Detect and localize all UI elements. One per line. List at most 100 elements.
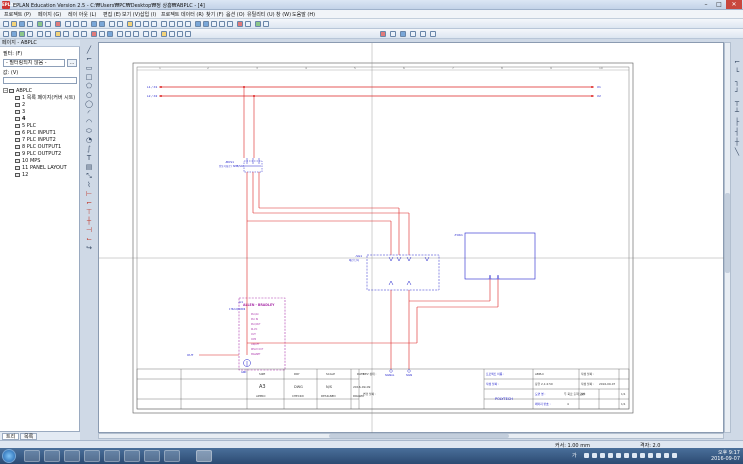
tee-down-icon[interactable]: ┬ xyxy=(732,98,742,106)
chrome-icon[interactable] xyxy=(84,450,100,462)
measure-icon[interactable] xyxy=(410,31,416,37)
line-tool-icon[interactable]: ╱ xyxy=(84,46,94,54)
menu-edit[interactable]: 편집 (E) xyxy=(103,11,121,18)
black-box-icon[interactable] xyxy=(151,31,157,37)
media-icon[interactable] xyxy=(64,450,80,462)
cross-icon[interactable]: ┼ xyxy=(732,138,742,146)
circle-tool-icon[interactable]: ○ xyxy=(84,91,94,99)
plc-icon[interactable] xyxy=(19,31,25,37)
layout-icon[interactable] xyxy=(177,21,183,27)
tray-icon[interactable] xyxy=(624,453,629,458)
zoom-out-icon[interactable] xyxy=(203,21,209,27)
wire-icon[interactable] xyxy=(380,31,386,37)
image-tool-icon[interactable]: ▤ xyxy=(84,163,94,171)
report-icon[interactable] xyxy=(151,21,157,27)
tee-tool-icon[interactable]: ⊤ xyxy=(84,208,94,216)
bus-icon[interactable] xyxy=(91,31,97,37)
break-tool-icon[interactable]: ⊣ xyxy=(84,226,94,234)
menu-project-data[interactable]: 프로젝트 데이터 (R) xyxy=(161,11,204,18)
bend-tool-icon[interactable]: ↪ xyxy=(84,244,94,252)
arrow-icon[interactable] xyxy=(245,21,251,27)
delete-icon[interactable] xyxy=(55,21,61,27)
tray-icon[interactable] xyxy=(608,453,613,458)
potential-icon[interactable] xyxy=(45,31,51,37)
folder-icon[interactable] xyxy=(104,450,120,462)
angle-tool-icon[interactable]: ⌐ xyxy=(84,199,94,207)
menu-project[interactable]: 프로젝트 (P) xyxy=(4,11,31,18)
corner-tr-icon[interactable]: ┐ xyxy=(732,78,742,86)
minimize-button[interactable]: – xyxy=(700,0,712,9)
square-tool-icon[interactable]: □ xyxy=(84,73,94,81)
jump-icon[interactable] xyxy=(390,31,396,37)
arc2-tool-icon[interactable]: ◠ xyxy=(84,118,94,126)
mirror-icon[interactable] xyxy=(420,31,426,37)
new-icon[interactable] xyxy=(3,21,9,27)
tray-icon[interactable] xyxy=(640,453,645,458)
cross-icon[interactable] xyxy=(133,31,139,37)
spline-tool-icon[interactable]: ∫ xyxy=(84,145,94,153)
circle2-tool-icon[interactable]: ◯ xyxy=(84,100,94,108)
collapse-icon[interactable]: − xyxy=(3,88,8,93)
explorer-icon[interactable] xyxy=(24,450,40,462)
tree-page[interactable]: 1 목록 페이지(커버 시트) xyxy=(15,95,75,102)
start-button[interactable] xyxy=(2,449,16,463)
device-icon[interactable] xyxy=(3,31,9,37)
menu-help[interactable]: 도움말 (H) xyxy=(292,11,315,18)
volume-icon[interactable] xyxy=(664,453,669,458)
zoom-extents-icon[interactable] xyxy=(219,21,225,27)
zoom-in-icon[interactable] xyxy=(195,21,201,27)
box-icon[interactable] xyxy=(73,31,79,37)
tree-root[interactable]: − ABPLC xyxy=(3,88,32,95)
check-icon[interactable] xyxy=(255,21,261,27)
tree-page[interactable]: 12 xyxy=(15,172,28,179)
tree-page[interactable]: 10 MPS xyxy=(15,158,40,165)
tee-right-icon[interactable]: ├ xyxy=(732,118,742,126)
lang-indicator[interactable]: 가 xyxy=(572,452,577,459)
paste-icon[interactable] xyxy=(81,21,87,27)
app-icon[interactable] xyxy=(164,450,180,462)
rotate-icon[interactable] xyxy=(430,31,436,37)
cut-icon[interactable] xyxy=(65,21,71,27)
ie-icon[interactable] xyxy=(44,450,60,462)
rect-icon[interactable] xyxy=(177,31,183,37)
corner-br-icon[interactable]: ┘ xyxy=(732,88,742,96)
clock[interactable]: 오후 9:17 2016-09-07 xyxy=(711,450,740,462)
skype-icon[interactable] xyxy=(124,450,140,462)
save-icon[interactable] xyxy=(19,21,25,27)
filter-button[interactable]: ... xyxy=(67,59,77,67)
scroll-thumb[interactable] xyxy=(329,434,509,438)
polyline-tool-icon[interactable]: ⌐ xyxy=(84,55,94,63)
tab-list[interactable]: 목록 xyxy=(20,433,38,440)
tree-page-selected[interactable]: 4 xyxy=(15,116,25,123)
vertical-scrollbar[interactable] xyxy=(724,42,731,433)
line-icon[interactable] xyxy=(169,31,175,37)
tray-icon[interactable] xyxy=(600,453,605,458)
add-icon[interactable] xyxy=(237,21,243,27)
tray-icon[interactable] xyxy=(632,453,637,458)
tree-page[interactable]: 11 PANEL LAYOUT xyxy=(15,165,67,172)
print-icon[interactable] xyxy=(27,21,33,27)
tray-icon[interactable] xyxy=(656,453,661,458)
graph-icon[interactable] xyxy=(143,21,149,27)
symbol-icon[interactable] xyxy=(63,31,69,37)
schematic-drawing[interactable]: 1 2 3 4 5 6 7 8 9 10 L1 / X1 L2 / X2 X1 … xyxy=(99,43,725,434)
contact-icon[interactable] xyxy=(99,31,105,37)
tee-up-icon[interactable]: ┴ xyxy=(732,108,742,116)
angle-icon[interactable] xyxy=(117,31,123,37)
arc-tool-icon[interactable]: ◜ xyxy=(84,109,94,117)
tree-page[interactable]: 8 PLC OUTPUT1 xyxy=(15,144,61,151)
cross-tool-icon[interactable]: ┼ xyxy=(84,217,94,225)
tree-page[interactable]: 5 PLC xyxy=(15,123,36,130)
tray-icon[interactable] xyxy=(592,453,597,458)
value-input[interactable] xyxy=(3,77,77,84)
menu-page[interactable]: 페이지 (G) xyxy=(38,11,61,18)
close-button[interactable]: ✕ xyxy=(726,0,742,9)
text-tool-icon[interactable]: T xyxy=(84,154,94,162)
zoom-window-icon[interactable] xyxy=(185,21,191,27)
tree-page[interactable]: 9 PLC OUTPUT2 xyxy=(15,151,61,158)
menu-layout[interactable]: 레이 아웃 (L) xyxy=(68,11,96,18)
ellipse-tool-icon[interactable]: ⬭ xyxy=(84,127,94,135)
tray-icon[interactable] xyxy=(616,453,621,458)
tee-icon[interactable] xyxy=(125,31,131,37)
menu-insert[interactable]: 삽입 (I) xyxy=(140,11,156,18)
